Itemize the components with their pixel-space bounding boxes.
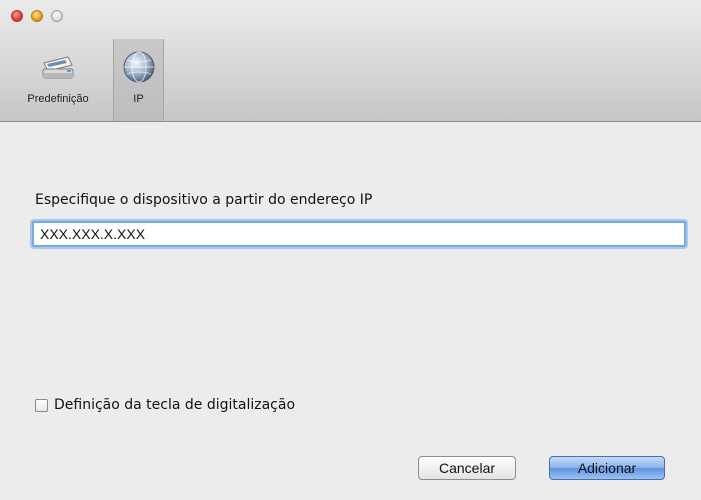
ip-address-label: Especifique o dispositivo a partir do en… xyxy=(35,192,373,208)
scan-key-checkbox[interactable] xyxy=(35,398,48,412)
minimize-window-icon[interactable] xyxy=(31,10,43,22)
ip-address-input[interactable] xyxy=(32,221,686,247)
tab-label-ip: IP xyxy=(133,93,144,105)
zoom-window-icon[interactable] xyxy=(51,10,63,22)
globe-icon xyxy=(121,49,157,90)
window-controls xyxy=(11,10,63,22)
cancel-button[interactable]: Cancelar xyxy=(418,456,516,480)
scanner-icon xyxy=(38,49,78,90)
close-window-icon[interactable] xyxy=(11,10,23,22)
tab-predefinicao[interactable]: Predefinição xyxy=(4,39,112,121)
scan-key-label: Definição da tecla de digitalização xyxy=(54,397,296,413)
tab-label-predefinicao: Predefinição xyxy=(27,93,89,105)
content-pane: Especifique o dispositivo a partir do en… xyxy=(0,122,701,500)
dialog-window: Predefinição IP Especifique o dispositiv… xyxy=(0,0,701,500)
tab-ip[interactable]: IP xyxy=(113,39,164,121)
add-button[interactable]: Adicionar xyxy=(549,456,665,480)
scan-key-setting[interactable]: Definição da tecla de digitalização xyxy=(35,397,295,413)
toolbar: Predefinição IP xyxy=(0,0,701,122)
